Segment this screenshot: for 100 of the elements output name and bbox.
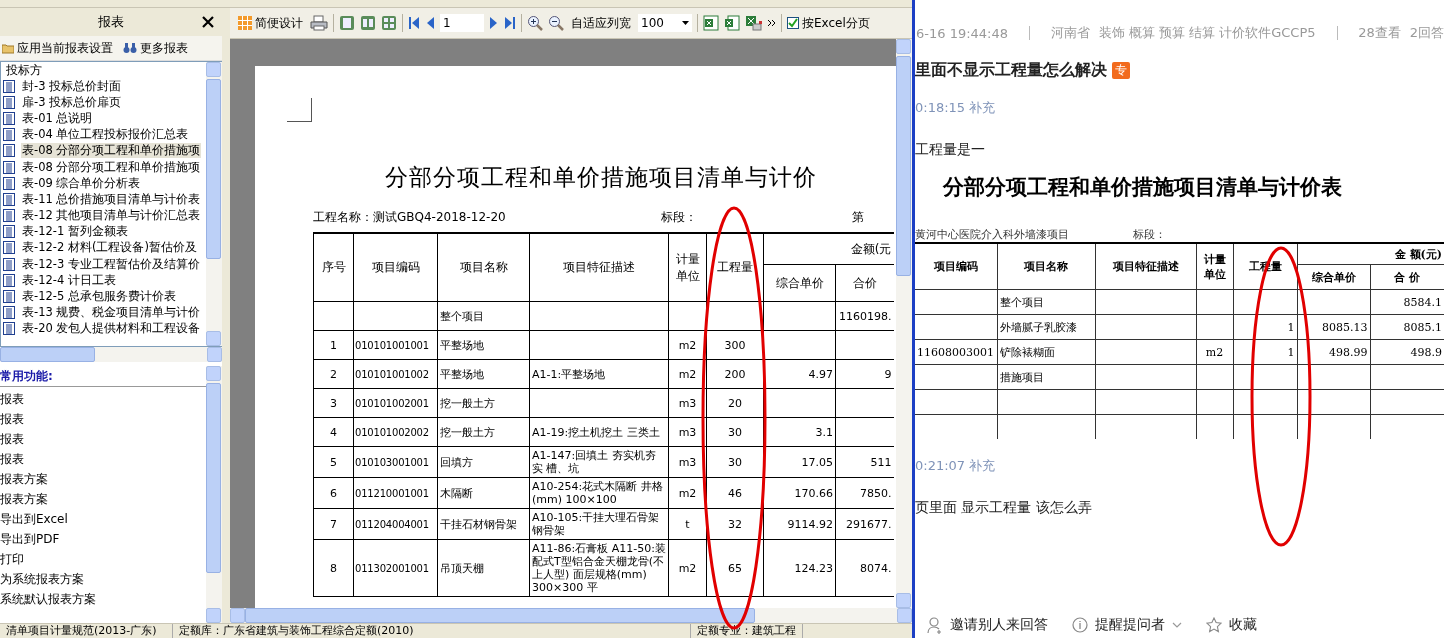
function-link[interactable]: 报表方案 [0,489,206,509]
report-tree-item[interactable]: 表-12-1 暂列金额表 [3,223,206,240]
table-cell: A10-105:干挂大理石骨架钢骨架 [529,508,669,540]
report-tree-item[interactable]: 表-09 综合单价分析表 [3,175,206,192]
supplement-time: 0:21:07 补充 [915,457,997,475]
last-page-icon[interactable] [504,16,516,30]
report-tree-item[interactable]: 表-20 发包人提供材料和工程设备 [3,320,206,337]
scroll-left-button[interactable] [230,608,245,623]
report-tree-item[interactable]: 表-12-3 专业工程暂估价及结算价 [3,256,206,273]
function-link[interactable]: 报表 [0,409,206,429]
report-tree-item[interactable]: 表-12-2 材料(工程设备)暂估价及 [3,239,206,257]
function-link[interactable]: 报表 [0,389,206,409]
zoom-out-icon[interactable] [548,15,564,31]
function-link[interactable]: 系统默认报表方案 [0,589,206,609]
binoculars-icon [123,42,137,54]
horizontal-scrollbar[interactable] [230,608,912,623]
supplement-time: 0:18:15 补充 [915,99,997,117]
report-tree-item[interactable]: 表-01 总说明 [3,110,206,127]
table-cell: A11-86:石膏板 A11-50:装配式T型铝合金天棚龙骨(不上人型) 面层规格(mm) 300×300 平 [529,539,669,597]
table-cell: 17.05 [763,446,836,478]
report-tree-item[interactable]: 表-04 单位工程投标报价汇总表 [3,126,206,143]
function-link[interactable]: 为系统报表方案 [0,569,206,589]
expert-badge: 专 [1112,62,1130,79]
table-cell: m2 [668,539,707,597]
column-header: 项目特征描述 [529,233,669,302]
scroll-up-button[interactable] [896,39,911,54]
next-page-icon[interactable] [489,16,499,30]
function-link[interactable]: 导出到PDF [0,529,206,549]
function-link[interactable]: 打印 [0,549,206,569]
scroll-right-button[interactable] [207,347,222,362]
table-cell: A10-254:花式木隔断 井格(mm) 100×100 [529,477,669,509]
table-cell: 1 [313,330,354,360]
double-chevron-icon[interactable] [768,19,776,27]
spreadsheet-icon[interactable] [745,15,763,31]
grid-icon [238,16,252,30]
excel-paging-checkbox[interactable]: 按Excel分页 [787,14,870,32]
zoom-in-icon[interactable] [527,15,543,31]
report-tree-item[interactable]: 封-3 投标总价封面 [3,78,206,95]
checkbox[interactable] [787,17,799,29]
printer-icon[interactable] [310,15,328,31]
close-icon[interactable] [202,16,214,28]
scroll-thumb[interactable] [206,79,221,259]
table-cell [1196,289,1233,315]
corner-mark [287,98,312,122]
tree-group-label[interactable]: 投标方 [3,62,206,78]
table-cell: m3 [668,446,707,478]
page-number-field[interactable]: 1 [440,14,484,32]
scroll-thumb[interactable] [206,383,221,573]
person-icon [927,616,943,634]
table-cell: 措施项目 [997,364,1095,390]
spreadsheet-icon[interactable] [703,15,719,31]
table-cell: 干挂石材钢骨架 [437,508,530,540]
zoom-dropdown[interactable]: 100 [638,14,692,32]
scroll-thumb[interactable] [245,608,755,623]
project-name: 工程名称：测试GBQ4-2018-12-20 [313,209,506,226]
post-action-button[interactable]: 收藏 [1206,616,1257,634]
column-header: 计量单位 [1196,243,1233,290]
report-tree-item[interactable]: 表-12-4 计日工表 [3,272,206,289]
scroll-up-button[interactable] [206,366,221,381]
previous-page-icon[interactable] [425,16,435,30]
post-action-button[interactable]: 提醒提问者 [1072,616,1182,634]
report-icon [3,111,15,125]
scroll-up-button[interactable] [206,62,221,77]
scroll-thumb[interactable] [0,347,95,362]
function-link[interactable]: 报表 [0,429,206,449]
scroll-down-button[interactable] [896,593,911,608]
apply-settings-button[interactable]: 应用当前报表设置 [0,38,115,58]
table-cell: 5 [313,446,354,478]
report-tree-item[interactable]: 表-08 分部分项工程和单价措施项 [3,158,206,176]
horizontal-scrollbar[interactable] [0,347,222,362]
table-cell: 010101002002 [353,417,438,447]
report-title: 分部分项工程和单价措施项目清单与计价 [385,163,818,192]
report-tree-item[interactable]: 表-12 其他项目清单与计价汇总表 [3,207,206,224]
scroll-down-button[interactable] [206,331,221,346]
function-link[interactable]: 报表方案 [0,469,206,489]
report-tree-item[interactable]: 表-13 规费、税金项目清单与计价 [3,304,206,321]
report-title: 分部分项工程和单价措施项目清单与计价表 [943,173,1343,201]
scroll-right-button[interactable] [897,608,912,623]
vertical-scrollbar[interactable] [206,366,222,623]
fit-columns-button[interactable]: 自适应列宽 [569,13,633,33]
first-page-icon[interactable] [408,16,420,30]
report-tree-item[interactable]: 扉-3 投标总价扉页 [3,94,206,111]
column-header: 项目名称 [997,243,1095,290]
report-tree-item[interactable]: 表-11 总价措施项目清单与计价表 [3,191,206,208]
table-cell: m2 [1196,339,1233,365]
vertical-scrollbar[interactable] [896,39,912,608]
function-link[interactable]: 导出到Excel [0,509,206,529]
scroll-down-button[interactable] [206,608,221,623]
table-cell: 外墙腻子乳胶漆 [997,314,1095,340]
vertical-scrollbar[interactable] [206,62,222,346]
two-page-icon[interactable] [360,15,376,31]
four-page-icon[interactable] [381,15,397,31]
single-page-icon[interactable] [339,15,355,31]
simple-design-button[interactable]: 简便设计 [236,13,305,33]
function-link[interactable]: 报表 [0,449,206,469]
scroll-thumb[interactable] [896,56,911,276]
report-tree-item[interactable]: 表-12-5 总承包服务费计价表 [3,288,206,305]
more-reports-button[interactable]: 更多报表 [121,38,190,58]
post-action-button[interactable]: 邀请别人来回答 [927,616,1048,634]
spreadsheet-icon[interactable] [724,15,740,31]
